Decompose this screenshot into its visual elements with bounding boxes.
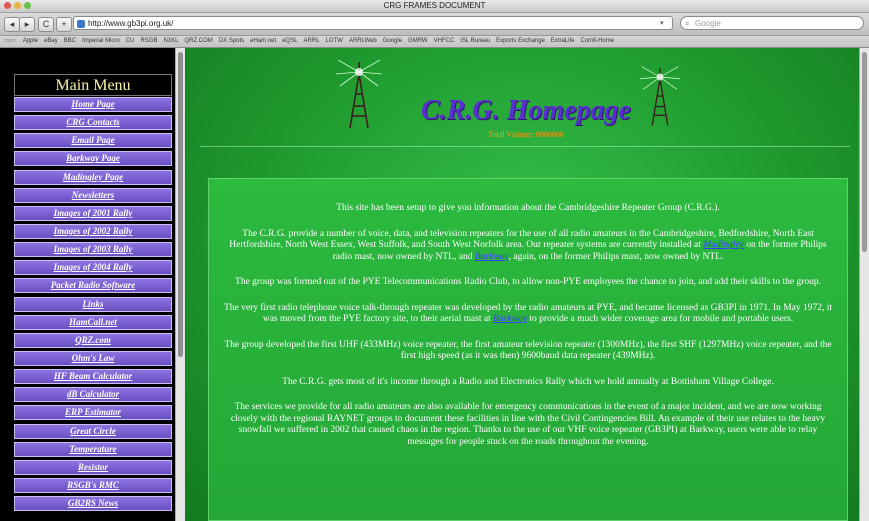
menu-item[interactable]: Barkway Page bbox=[14, 151, 172, 167]
bookmark-item[interactable]: Exports Exchange bbox=[496, 38, 545, 44]
search-placeholder: Google bbox=[695, 19, 721, 28]
menu-item[interactable]: HamCall.net bbox=[14, 314, 172, 330]
bookmark-item[interactable]: ISL Bureau bbox=[460, 38, 490, 44]
bookmark-item[interactable]: BBC bbox=[64, 38, 76, 44]
address-bar[interactable]: http://www.gb3pi.org.uk/ bbox=[73, 16, 673, 30]
menu-item[interactable]: CRG Contacts bbox=[14, 115, 172, 131]
search-input[interactable]: ⌕ Google bbox=[680, 16, 864, 30]
minimize-window-icon[interactable] bbox=[14, 2, 21, 9]
menu-item[interactable]: QRZ.com bbox=[14, 332, 172, 348]
bookmark-item[interactable]: Google bbox=[383, 38, 402, 44]
bookmark-item[interactable]: CU bbox=[126, 38, 135, 44]
radio-tower-left-icon bbox=[336, 60, 382, 129]
bookmark-item[interactable]: DX Spots bbox=[219, 38, 244, 44]
menu-item[interactable]: Home Page bbox=[14, 97, 172, 112]
bookmark-item[interactable]: ARRLWeb bbox=[349, 38, 377, 44]
menu-item[interactable]: Great Circle bbox=[14, 423, 172, 439]
bookmark-item[interactable]: LOTW bbox=[326, 38, 343, 44]
zoom-window-icon[interactable] bbox=[24, 2, 31, 9]
bookmark-item[interactable]: Apple bbox=[23, 38, 38, 44]
menu-item[interactable]: Packet Radio Software bbox=[14, 278, 172, 294]
p2-text-c: , again, on the former Philips mast, now… bbox=[508, 251, 724, 262]
intro-panel: This site has been setup to give you inf… bbox=[208, 178, 848, 521]
visitor-counter: Total Visitors: 0000000 bbox=[488, 130, 564, 139]
address-dropdown-icon[interactable]: ▾ bbox=[660, 19, 664, 27]
menu-item[interactable]: ERP Estimator bbox=[14, 405, 172, 421]
window-controls bbox=[4, 2, 31, 9]
menu-item[interactable]: Newsletters bbox=[14, 187, 172, 203]
main-frame-scrollbar[interactable] bbox=[859, 48, 869, 521]
bookmark-item[interactable]: eQSL bbox=[282, 38, 297, 44]
menu-item[interactable]: Images of 2003 Rally bbox=[14, 242, 172, 258]
add-bookmark-button[interactable]: + bbox=[56, 17, 72, 32]
bookmark-item[interactable]: VHFCC bbox=[434, 38, 455, 44]
main-menu: Home Page CRG Contacts Email Page Barkway P… bbox=[14, 97, 172, 514]
menu-item[interactable]: Resistor bbox=[14, 459, 172, 475]
menu-item[interactable]: dB Calculator bbox=[14, 387, 172, 403]
barkway-link-2[interactable]: Barkway bbox=[493, 314, 527, 324]
intro-paragraph-2: The C.R.G. provide a number of voice, da… bbox=[223, 229, 833, 264]
menu-item[interactable]: Images of 2004 Rally bbox=[14, 260, 172, 276]
reload-button[interactable]: C bbox=[38, 17, 54, 32]
browser-toolbar: ◂ ▸ C + http://www.gb3pi.org.uk/ ▾ ⌕ Goo… bbox=[0, 13, 869, 36]
page-title: C.R.G. Homepage bbox=[421, 95, 631, 126]
menu-item[interactable]: GB2RS News bbox=[14, 496, 172, 512]
intro-paragraph-3: The group was formed out of the PYE Tele… bbox=[235, 277, 821, 287]
left-menu-frame: Main Menu Home Page CRG Contacts Email Pag… bbox=[0, 48, 186, 521]
bookmark-item[interactable]: N1KL bbox=[163, 38, 178, 44]
bookmark-item[interactable]: QRZ.COM bbox=[184, 38, 212, 44]
radio-tower-right-icon bbox=[640, 66, 680, 126]
intro-paragraph-5: The group developed the first UHF (433MH… bbox=[224, 339, 832, 362]
menu-item[interactable]: Links bbox=[14, 296, 172, 312]
close-window-icon[interactable] bbox=[4, 2, 11, 9]
menu-item[interactable]: Temperature bbox=[14, 441, 172, 457]
bookmark-item[interactable]: ARRL bbox=[304, 38, 320, 44]
bookmark-item[interactable]: eHam.net bbox=[250, 38, 276, 44]
madingley-link[interactable]: Madingley bbox=[703, 240, 744, 250]
intro-paragraph-1: This site has been setup to give you inf… bbox=[336, 203, 720, 213]
search-icon: ⌕ bbox=[685, 19, 690, 28]
intro-paragraph-6: The C.R.G. gets most of it's income thro… bbox=[282, 376, 774, 387]
address-bar-url: http://www.gb3pi.org.uk/ bbox=[88, 19, 174, 28]
bookmarks-icon[interactable]: ▭▭ bbox=[4, 38, 15, 44]
main-content-frame: C.R.G. Homepage Total Visitors: 0000000 … bbox=[186, 48, 869, 521]
bookmark-item[interactable]: eBay bbox=[44, 38, 58, 44]
menu-item[interactable]: Images of 2001 Rally bbox=[14, 205, 172, 221]
menu-item[interactable]: RSGB's RMC bbox=[14, 477, 172, 493]
menu-item[interactable]: Madingley Page bbox=[14, 169, 172, 185]
menu-title: Main Menu bbox=[14, 74, 172, 96]
back-button[interactable]: ◂ bbox=[4, 17, 20, 32]
bookmark-item[interactable]: RSGB bbox=[140, 38, 157, 44]
bookmark-item[interactable]: ExtraLife bbox=[551, 38, 575, 44]
forward-button[interactable]: ▸ bbox=[19, 17, 35, 32]
window-titlebar: CRG FRAMES DOCUMENT bbox=[0, 0, 869, 13]
menu-item[interactable]: Images of 2002 Rally bbox=[14, 223, 172, 239]
window-title: CRG FRAMES DOCUMENT bbox=[383, 1, 486, 10]
left-scroll-thumb[interactable] bbox=[178, 52, 183, 357]
site-favicon-icon bbox=[77, 20, 85, 28]
divider bbox=[200, 146, 850, 147]
bookmark-item[interactable]: GMRW bbox=[408, 38, 428, 44]
main-scroll-thumb[interactable] bbox=[862, 52, 867, 252]
p4-text-b: to provide a much wider coverage area fo… bbox=[529, 314, 794, 324]
menu-item[interactable]: HF Beam Calculator bbox=[14, 369, 172, 385]
barkway-link[interactable]: Barkway bbox=[475, 252, 509, 262]
bookmark-item[interactable]: Imperial Micro bbox=[82, 38, 120, 44]
intro-paragraph-4: The very first radio telephone voice tal… bbox=[223, 303, 833, 326]
intro-paragraph-7: The services we provide for all radio am… bbox=[230, 402, 826, 447]
menu-item[interactable]: Email Page bbox=[14, 133, 172, 149]
bookmark-item[interactable]: Comfi-Home bbox=[580, 38, 614, 44]
left-frame-scrollbar[interactable] bbox=[175, 48, 185, 521]
menu-item[interactable]: Ohm's Law bbox=[14, 350, 172, 366]
bookmarks-bar: ▭▭ Apple eBay BBC Imperial Micro CU RSGB N1KL Q… bbox=[0, 36, 869, 48]
